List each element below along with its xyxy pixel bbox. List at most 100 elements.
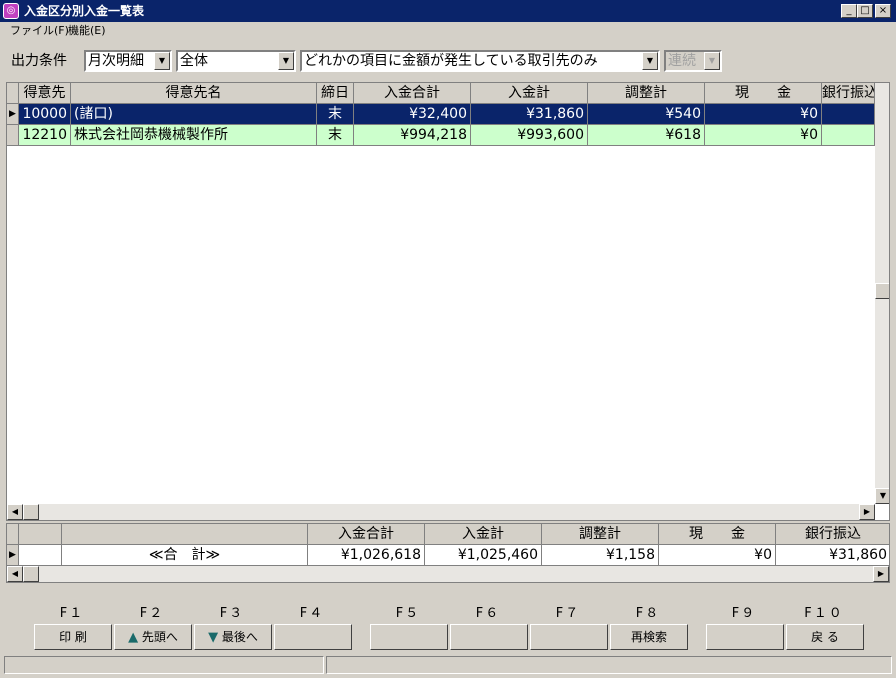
col-header-name[interactable]: 得意先名 [71,83,317,104]
print-button[interactable]: 印 刷 [34,624,112,650]
summary-col-total: 入金合計 [308,524,425,545]
table-cell-name[interactable]: (諸口) [71,104,317,125]
summary-blank-cell [19,545,62,566]
fkey-label-f3: F３ [219,606,245,621]
summary-horizontal-scrollbar[interactable]: ◀ ▶ [7,566,889,582]
menu-bar: ファイル(F) 機能(E) [0,22,896,40]
table-cell-total[interactable]: ¥32,400 [354,104,471,125]
summary-label-header [62,524,308,545]
scroll-left-icon[interactable]: ◀ [7,504,23,520]
research-button[interactable]: 再検索 [610,624,688,650]
f7-button[interactable] [530,624,608,650]
mode-select: 連続 ▼ [664,50,722,72]
table-cell-total[interactable]: ¥994,218 [354,125,471,146]
period-value: 月次明細 [88,53,144,69]
col-header-close[interactable]: 締日 [317,83,354,104]
close-button[interactable]: × [875,4,891,18]
title-bar: ◎ 入金区分別入金一覧表 _ □ × [0,0,896,22]
app-icon[interactable]: ◎ [3,3,19,19]
summary-col-cash: 現 金 [659,524,776,545]
table-cell-cash[interactable]: ¥0 [705,104,822,125]
col-header-bank[interactable]: 銀行振込 [822,83,875,104]
table-cell-cash[interactable]: ¥0 [705,125,822,146]
table-cell-name[interactable]: 株式会社岡恭機械製作所 [71,125,317,146]
table-cell-bank[interactable] [822,125,875,146]
table-cell-code[interactable]: 10000 [19,104,71,125]
summary-grid[interactable]: 入金合計 入金計 調整計 現 金 銀行振込 ▶ ≪合 計≫ ¥1,026,618… [6,523,890,583]
f5-button[interactable] [370,624,448,650]
table-cell-code[interactable]: 12210 [19,125,71,146]
filter-value: どれかの項目に金額が発生している取引先のみ [304,53,598,69]
table-cell-close[interactable]: 末 [317,104,354,125]
summary-label: ≪合 計≫ [62,545,308,566]
table-cell-bank[interactable] [822,104,875,125]
status-panel-right [326,656,892,674]
fkey-label-f9: F９ [731,606,757,621]
col-header-code[interactable]: 得意先 [19,83,71,104]
summary-total: ¥1,026,618 [308,545,425,566]
f9-button[interactable] [706,624,784,650]
menu-file[interactable]: ファイル(F) [10,24,69,38]
scroll-right-icon[interactable]: ▶ [859,504,875,520]
vertical-scrollbar[interactable]: ▼ [875,83,889,504]
status-panel-left [4,656,324,674]
period-select[interactable]: 月次明細 ▼ [84,50,172,72]
col-header-adjust[interactable]: 調整計 [588,83,705,104]
horizontal-scrollbar[interactable]: ◀ ▶ [7,504,875,520]
filter-select[interactable]: どれかの項目に金額が発生している取引先のみ ▼ [300,50,660,72]
table-cell-paid[interactable]: ¥31,860 [471,104,588,125]
scroll-right-icon[interactable]: ▶ [873,566,889,582]
summary-corner [7,524,19,545]
grid-corner [7,83,19,104]
table-cell-paid[interactable]: ¥993,600 [471,125,588,146]
f6-button[interactable] [450,624,528,650]
table-cell-close[interactable]: 末 [317,125,354,146]
menu-function[interactable]: 機能(E) [68,24,106,38]
summary-col-bank: 銀行振込 [776,524,889,545]
main-grid[interactable]: 得意先 得意先名 締日 入金合計 入金計 調整計 現 金 銀行振込 ▶ 1000… [6,82,890,521]
go-top-button[interactable]: ▲ 先頭へ [114,624,192,650]
go-bottom-button[interactable]: ▼ 最後へ [194,624,272,650]
scope-select[interactable]: 全体 ▼ [176,50,296,72]
chevron-down-icon[interactable]: ▼ [154,52,170,70]
maximize-button[interactable]: □ [857,4,873,18]
row-indicator-icon[interactable]: ▶ [7,545,19,566]
mode-value: 連続 [668,53,696,69]
fkey-label-f7: F７ [555,606,581,621]
go-bottom-label: 最後へ [221,630,258,644]
chevron-down-icon[interactable]: ▼ [278,52,294,70]
go-top-label: 先頭へ [141,630,178,644]
scroll-thumb[interactable] [23,566,39,582]
back-label: 戻 る [811,630,839,644]
fkey-label-f2: F２ [139,606,165,621]
chevron-down-icon[interactable]: ▼ [642,52,658,70]
row-header[interactable] [7,125,19,146]
fkey-label-f4: F４ [299,606,325,621]
table-cell-adjust[interactable]: ¥540 [588,104,705,125]
conditions-label: 出力条件 [11,53,67,69]
fkey-label-f1: F１ [59,606,85,621]
print-label: 印 刷 [59,630,87,644]
summary-col-paid: 入金計 [425,524,542,545]
scope-value: 全体 [180,53,208,69]
col-header-cash[interactable]: 現 金 [705,83,822,104]
scroll-left-icon[interactable]: ◀ [7,566,23,582]
back-button[interactable]: 戻 る [786,624,864,650]
summary-bank: ¥31,860 [776,545,889,566]
scroll-thumb[interactable] [875,283,889,299]
table-cell-adjust[interactable]: ¥618 [588,125,705,146]
scroll-down-icon[interactable]: ▼ [875,488,889,504]
summary-adjust: ¥1,158 [542,545,659,566]
summary-cash: ¥0 [659,545,776,566]
window-title: 入金区分別入金一覧表 [24,4,145,18]
fkey-label-f6: F６ [475,606,501,621]
f4-button[interactable] [274,624,352,650]
scroll-thumb[interactable] [23,504,39,520]
fkey-label-f10: F１０ [804,606,844,621]
col-header-total[interactable]: 入金合計 [354,83,471,104]
minimize-button[interactable]: _ [841,4,857,18]
col-header-paid[interactable]: 入金計 [471,83,588,104]
fkey-label-f5: F５ [395,606,421,621]
row-indicator-icon[interactable]: ▶ [7,104,19,125]
research-label: 再検索 [630,630,667,644]
